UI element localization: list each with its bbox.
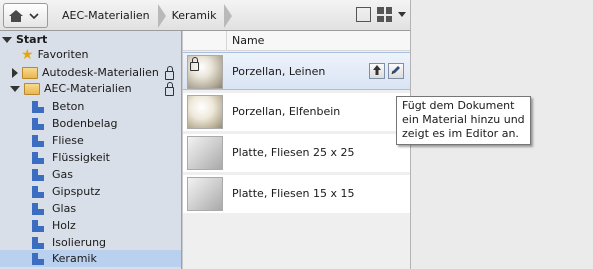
material-name: Platte, Fliesen 15 x 15 bbox=[232, 187, 355, 200]
thumbnail-column-header[interactable] bbox=[183, 31, 227, 51]
lock-icon bbox=[165, 66, 174, 80]
tree-item-aec-materials[interactable]: AEC-Materialien bbox=[10, 80, 132, 97]
tree-item-label: Autodesk-Materialien bbox=[42, 66, 159, 79]
material-thumbnail bbox=[187, 177, 223, 211]
tree-item-label: Flüssigkeit bbox=[52, 151, 110, 164]
tree-item-label: Start bbox=[16, 33, 48, 46]
tree-item-favorites[interactable]: ★ Favoriten bbox=[21, 46, 89, 63]
category-icon bbox=[32, 185, 44, 198]
breadcrumb: AEC-Materialien Keramik bbox=[56, 3, 233, 28]
name-column-header[interactable]: Name bbox=[232, 34, 264, 47]
view-toolbar bbox=[356, 7, 406, 22]
lock-icon bbox=[190, 57, 199, 71]
material-name: Porzellan, Leinen bbox=[232, 65, 326, 78]
material-list: Name Porzellan, Leinen Porzellan, Elfenb… bbox=[183, 31, 410, 269]
material-name: Platte, Fliesen 25 x 25 bbox=[232, 146, 355, 159]
panel-view-icon[interactable] bbox=[356, 7, 371, 22]
breadcrumb-separator-icon bbox=[224, 3, 233, 28]
star-icon: ★ bbox=[21, 46, 34, 63]
lock-icon bbox=[165, 82, 174, 96]
category-icon bbox=[32, 252, 44, 265]
grid-view-icon[interactable] bbox=[377, 7, 392, 22]
tree-item-label: Keramik bbox=[52, 252, 97, 265]
tree-item-category-selected[interactable]: Keramik bbox=[0, 250, 181, 267]
expand-icon[interactable] bbox=[2, 36, 12, 43]
tree-item-label: Glas bbox=[52, 202, 77, 215]
home-button[interactable] bbox=[3, 3, 48, 28]
tooltip: Fügt dem Dokument ein Material hinzu und… bbox=[396, 96, 531, 145]
list-item[interactable]: Porzellan, Leinen bbox=[183, 52, 410, 90]
tree-item-category[interactable]: Isolierung bbox=[32, 234, 106, 251]
expand-icon[interactable] bbox=[10, 85, 20, 92]
tree-item-category[interactable]: Gas bbox=[32, 166, 73, 183]
tree-item-category[interactable]: Beton bbox=[32, 98, 84, 115]
breadcrumb-item-aec[interactable]: AEC-Materialien bbox=[56, 9, 156, 22]
tree-item-label: Bodenbelag bbox=[52, 117, 118, 130]
tree-item-category[interactable]: Flüssigkeit bbox=[32, 149, 110, 166]
category-icon bbox=[32, 134, 44, 147]
list-item[interactable]: Porzellan, Elfenbein bbox=[183, 93, 410, 131]
chevron-down-icon bbox=[29, 12, 39, 19]
tree-item-category[interactable]: Holz bbox=[32, 217, 76, 234]
tree-item-autodesk-materials[interactable]: Autodesk-Materialien bbox=[12, 64, 159, 81]
category-icon bbox=[32, 117, 44, 130]
list-item[interactable]: Platte, Fliesen 25 x 25 bbox=[183, 134, 410, 172]
category-icon bbox=[32, 151, 44, 164]
tree-item-label: Isolierung bbox=[52, 236, 107, 249]
arrow-up-icon bbox=[373, 65, 381, 75]
pencil-icon bbox=[391, 66, 400, 75]
tree-item-category[interactable]: Bodenbelag bbox=[32, 115, 118, 132]
breadcrumb-toolbar: AEC-Materialien Keramik bbox=[0, 0, 412, 31]
tree-item-category[interactable]: Gipsputz bbox=[32, 183, 100, 200]
material-name: Porzellan, Elfenbein bbox=[232, 105, 341, 118]
tree-item-category[interactable]: Fliese bbox=[32, 132, 84, 149]
tree-item-label: Beton bbox=[52, 100, 85, 113]
expand-icon[interactable] bbox=[12, 67, 18, 78]
tooltip-line: ein Material hinzu und bbox=[402, 113, 525, 126]
folder-icon bbox=[24, 82, 40, 95]
category-icon bbox=[32, 219, 44, 232]
category-icon bbox=[32, 202, 44, 215]
breadcrumb-item-keramik[interactable]: Keramik bbox=[166, 9, 223, 22]
tree-item-category[interactable]: Glas bbox=[32, 200, 76, 217]
tree-item-label: AEC-Materialien bbox=[44, 82, 132, 95]
category-icon bbox=[32, 168, 44, 181]
chevron-down-icon[interactable] bbox=[398, 11, 406, 18]
tree-item-label: Fliese bbox=[52, 134, 84, 147]
tree-item-label: Holz bbox=[52, 219, 76, 232]
material-thumbnail bbox=[187, 136, 223, 170]
tooltip-line: zeigt es im Editor an. bbox=[402, 127, 519, 140]
tree-item-label: Favoriten bbox=[37, 48, 89, 61]
breadcrumb-separator-icon bbox=[157, 3, 166, 28]
tree-item-label: Gas bbox=[52, 168, 73, 181]
folder-icon bbox=[22, 66, 38, 79]
edit-material-button[interactable] bbox=[388, 63, 404, 79]
home-icon bbox=[9, 9, 23, 22]
library-tree: Start ★ Favoriten Autodesk-Materialien A… bbox=[0, 31, 182, 269]
category-icon bbox=[32, 236, 44, 249]
category-icon bbox=[32, 100, 44, 113]
tree-item-label: Gipsputz bbox=[52, 185, 101, 198]
add-to-document-button[interactable] bbox=[369, 63, 385, 79]
list-header: Name bbox=[183, 31, 410, 51]
tooltip-line: Fügt dem Dokument bbox=[402, 99, 515, 112]
material-thumbnail bbox=[187, 95, 223, 129]
list-item[interactable]: Platte, Fliesen 15 x 15 bbox=[183, 175, 410, 213]
